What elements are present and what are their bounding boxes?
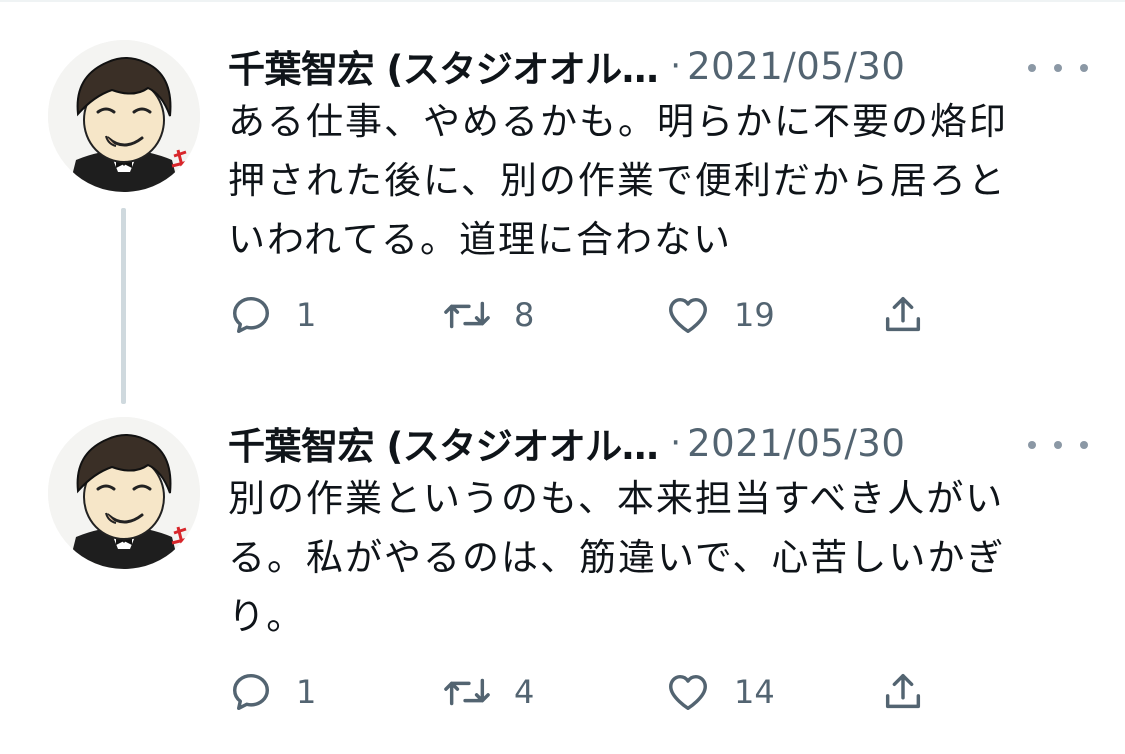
avatar[interactable] (48, 417, 200, 569)
retweet-button[interactable]: 8 (442, 285, 534, 345)
retweet-button[interactable]: 4 (442, 662, 534, 722)
like-button[interactable]: 14 (664, 662, 775, 722)
tweet-date[interactable]: 2021/05/30 (687, 422, 905, 465)
cartoon-avatar-icon (48, 417, 200, 569)
reply-count: 1 (296, 296, 317, 334)
like-count: 14 (734, 673, 775, 711)
tweet-text: 別の作業というのも、本来担当すべき人がい る。私がやるのは、筋違いで、心苦しいか… (228, 469, 1088, 646)
tweet-header: 千葉智宏 (スタジオオル… · 2021/05/30 (228, 413, 1088, 473)
retweet-count: 8 (514, 296, 535, 334)
display-name[interactable]: 千葉智宏 (スタジオオル… (228, 39, 659, 93)
like-button[interactable]: 19 (664, 285, 775, 345)
avatar[interactable] (48, 40, 200, 192)
cartoon-avatar-icon (48, 40, 200, 192)
thread-connector-line (121, 208, 126, 404)
like-icon (669, 297, 707, 334)
share-icon (885, 296, 921, 332)
tweet-text-line: り。 (228, 595, 306, 638)
tweet-header: 千葉智宏 (スタジオオル… · 2021/05/30 (228, 36, 1088, 96)
tweet-actions: 1 4 14 (228, 662, 948, 722)
retweet-icon (444, 678, 490, 706)
retweet-icon (444, 301, 490, 329)
reply-count: 1 (296, 673, 317, 711)
tweet-text-line: る。私がやるのは、筋違いで、心苦しいかぎ (228, 536, 1006, 579)
reply-button[interactable]: 1 (228, 662, 316, 722)
tweet-date[interactable]: 2021/05/30 (687, 45, 905, 88)
reply-icon (232, 296, 270, 334)
reply-icon (232, 673, 270, 711)
separator-dot: · (670, 423, 682, 463)
separator-dot: · (670, 46, 682, 86)
display-name[interactable]: 千葉智宏 (スタジオオル… (228, 416, 659, 470)
reply-button[interactable]: 1 (228, 285, 316, 345)
more-icon[interactable] (1028, 58, 1088, 78)
tweet-text-line: いわれてる。道理に合わない (228, 218, 733, 261)
retweet-count: 4 (514, 673, 535, 711)
tweet-text-line: 別の作業というのも、本来担当すべき人がい (228, 477, 1005, 520)
more-icon[interactable] (1028, 435, 1088, 455)
share-icon (885, 673, 921, 709)
tweet-text: ある仕事、やめるかも。明らかに不要の烙印 押された後に、別の作業で便利だから居ろ… (228, 92, 1088, 269)
tweet-actions: 1 8 19 (228, 285, 948, 345)
top-divider (0, 0, 1125, 2)
share-button[interactable] (880, 662, 926, 722)
like-icon (669, 674, 707, 711)
tweet-text-line: 押された後に、別の作業で便利だから居ろと (228, 159, 1007, 202)
like-count: 19 (734, 296, 775, 334)
share-button[interactable] (880, 285, 926, 345)
tweet-text-line: ある仕事、やめるかも。明らかに不要の烙印 (228, 100, 1008, 143)
